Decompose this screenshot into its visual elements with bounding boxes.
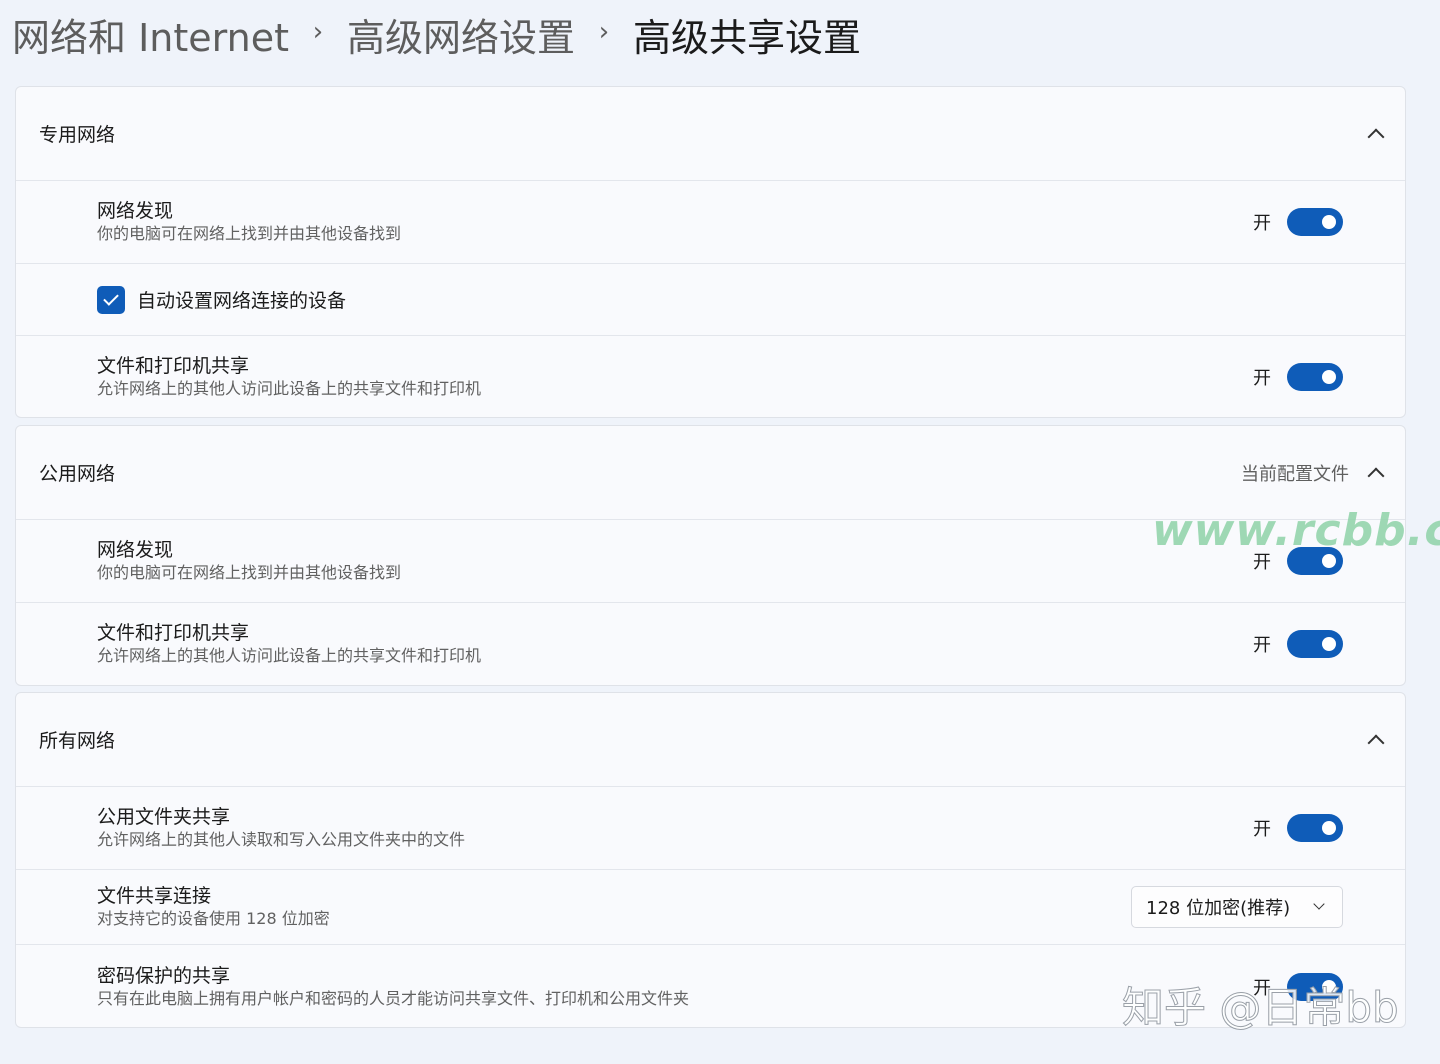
checkmark-icon (103, 289, 119, 306)
setting-description: 允许网络上的其他人读取和写入公用文件夹中的文件 (97, 830, 466, 849)
section-private-network: 专用网络 网络发现 你的电脑可在网络上找到并由其他设备找到 开 自动设置网络连接… (15, 86, 1406, 418)
setting-description: 你的电脑可在网络上找到并由其他设备找到 (97, 563, 402, 582)
chevron-up-icon[interactable] (1367, 732, 1383, 748)
setting-title: 文件共享连接 (97, 885, 212, 907)
page-title: 高级共享设置 (632, 15, 861, 60)
chevron-up-icon[interactable] (1367, 465, 1383, 481)
setting-row-network-discovery: 网络发现 你的电脑可在网络上找到并由其他设备找到 开 (16, 181, 1405, 264)
breadcrumb-network-internet[interactable]: 网络和 Internet (12, 7, 289, 62)
toggle-state-label: 开 (1253, 635, 1271, 656)
toggle-state-label: 开 (1253, 368, 1271, 389)
section-header-private[interactable]: 专用网络 (16, 87, 1405, 181)
setting-title: 网络发现 (97, 539, 174, 561)
file-printer-sharing-toggle[interactable] (1287, 630, 1343, 658)
setting-description: 对支持它的设备使用 128 位加密 (97, 909, 330, 928)
setting-row-public-folder-sharing: 公用文件夹共享 允许网络上的其他人读取和写入公用文件夹中的文件 开 (16, 787, 1405, 870)
setting-row-file-sharing-connections: 文件共享连接 对支持它的设备使用 128 位加密 128 位加密(推荐) (16, 870, 1405, 945)
current-profile-label: 当前配置文件 (1241, 463, 1349, 485)
dropdown-selected-value: 128 位加密(推荐) (1146, 898, 1291, 919)
breadcrumb-separator-icon: › (598, 17, 610, 47)
section-title: 所有网络 (39, 730, 116, 752)
watermark-zhihu: 知乎 @日常bb (1122, 983, 1400, 1033)
breadcrumb-advanced-network-settings[interactable]: 高级网络设置 (347, 7, 575, 62)
network-discovery-toggle[interactable] (1287, 208, 1343, 236)
watermark-site: www.rcbb.cc (1152, 505, 1440, 556)
setting-title: 文件和打印机共享 (97, 622, 250, 644)
setting-row-file-printer-sharing: 文件和打印机共享 允许网络上的其他人访问此设备上的共享文件和打印机 开 (16, 603, 1405, 685)
setting-title: 密码保护的共享 (97, 964, 231, 987)
encryption-dropdown[interactable]: 128 位加密(推荐) (1131, 886, 1343, 928)
auto-setup-checkbox[interactable] (97, 285, 125, 314)
setting-description: 允许网络上的其他人访问此设备上的共享文件和打印机 (97, 379, 482, 398)
setting-description: 只有在此电脑上拥有用户帐户和密码的人员才能访问共享文件、打印机和公用文件夹 (97, 988, 690, 1008)
section-header-all[interactable]: 所有网络 (16, 693, 1405, 787)
section-title: 公用网络 (39, 463, 116, 485)
setting-row-auto-setup: 自动设置网络连接的设备 (16, 264, 1405, 336)
setting-description: 允许网络上的其他人访问此设备上的共享文件和打印机 (97, 646, 482, 665)
setting-title: 网络发现 (97, 200, 174, 222)
setting-title: 公用文件夹共享 (97, 806, 231, 828)
chevron-up-icon[interactable] (1367, 126, 1383, 142)
public-folder-sharing-toggle[interactable] (1287, 814, 1343, 842)
toggle-state-label: 开 (1253, 819, 1271, 840)
breadcrumb-separator-icon: › (312, 17, 324, 47)
section-title: 专用网络 (39, 124, 116, 146)
chevron-down-icon (1312, 900, 1326, 914)
setting-title: 文件和打印机共享 (97, 355, 250, 377)
checkbox-label[interactable]: 自动设置网络连接的设备 (137, 286, 346, 313)
breadcrumb: 网络和 Internet › 高级网络设置 › 高级共享设置 (12, 6, 861, 62)
toggle-state-label: 开 (1253, 213, 1271, 234)
file-printer-sharing-toggle[interactable] (1287, 363, 1343, 391)
setting-description: 你的电脑可在网络上找到并由其他设备找到 (97, 224, 402, 243)
setting-row-file-printer-sharing: 文件和打印机共享 允许网络上的其他人访问此设备上的共享文件和打印机 开 (16, 336, 1405, 417)
